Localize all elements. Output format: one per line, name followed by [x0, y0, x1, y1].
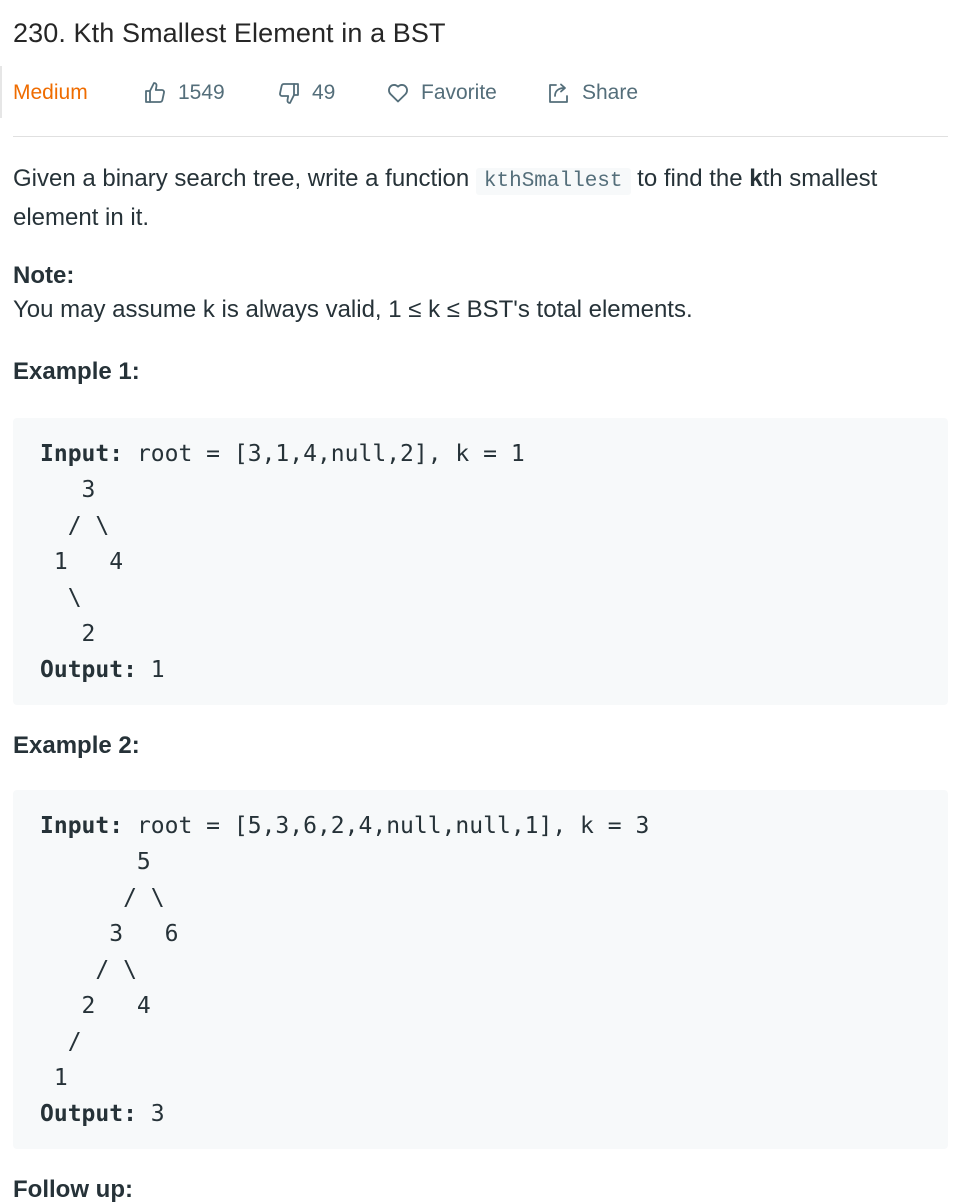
problem-meta-bar: Medium 1549 49 Favorite Share	[13, 76, 948, 110]
dislike-count: 49	[312, 81, 336, 104]
example-1-output-line: Output: 1	[40, 657, 165, 683]
example-2-tree-line: / \	[40, 957, 137, 983]
share-icon	[549, 83, 568, 103]
example-1-tree-line: \	[40, 585, 82, 611]
statement-text-before: Given a binary search tree, write a func…	[13, 165, 476, 192]
thumbs-down-icon	[279, 83, 299, 104]
like-count: 1549	[178, 81, 225, 104]
dislike-button[interactable]: 49	[277, 76, 335, 110]
note-text: You may assume k is always valid, 1 ≤ k …	[13, 296, 693, 323]
problem-title: 230. Kth Smallest Element in a BST	[13, 18, 446, 48]
function-name-code: kthSmallest	[475, 168, 631, 195]
share-label: Share	[582, 81, 639, 104]
favorite-button[interactable]: Favorite	[386, 76, 497, 110]
example-2-tree-line: 1	[40, 1065, 68, 1091]
example-2-input-line: Input: root = [5,3,6,2,4,null,null,1], k…	[40, 813, 650, 839]
example-1-tree-line: / \	[40, 513, 110, 539]
note-heading: Note:	[13, 262, 75, 289]
example-2-tree-line: 2 4	[40, 993, 151, 1019]
follow-up-heading: Follow up:	[13, 1176, 133, 1203]
like-button[interactable]: 1549	[143, 76, 225, 110]
problem-statement: Given a binary search tree, write a func…	[13, 161, 913, 236]
favorite-label: Favorite	[421, 81, 497, 104]
statement-text-mid: to find the	[630, 165, 750, 192]
example-2-output-line: Output: 3	[40, 1101, 165, 1127]
example-2-tree-line: / \	[40, 885, 165, 911]
heart-icon	[388, 84, 408, 103]
example-1-tree-line: 3	[40, 477, 96, 503]
thumbs-up-icon	[145, 82, 165, 103]
example-1-codeblock: Input: root = [3,1,4,null,2], k = 1 3 / …	[13, 418, 948, 705]
example-2-tree-line: 5	[40, 849, 151, 875]
example-1-tree-line: 1 4	[40, 549, 124, 575]
statement-bold-k: k	[749, 165, 763, 192]
example-1-heading: Example 1:	[13, 358, 140, 385]
example-2-tree-line: 3 6	[40, 921, 179, 947]
example-2-codeblock: Input: root = [5,3,6,2,4,null,null,1], k…	[13, 790, 948, 1149]
left-edge-marker	[0, 66, 2, 118]
example-2-tree-line: /	[40, 1029, 82, 1055]
difficulty-label: Medium	[13, 81, 88, 104]
example-1-input-line: Input: root = [3,1,4,null,2], k = 1	[40, 441, 525, 467]
example-1-tree-line: 2	[40, 621, 96, 647]
example-2-heading: Example 2:	[13, 732, 140, 759]
header-divider	[13, 136, 948, 137]
share-button[interactable]: Share	[547, 76, 638, 110]
